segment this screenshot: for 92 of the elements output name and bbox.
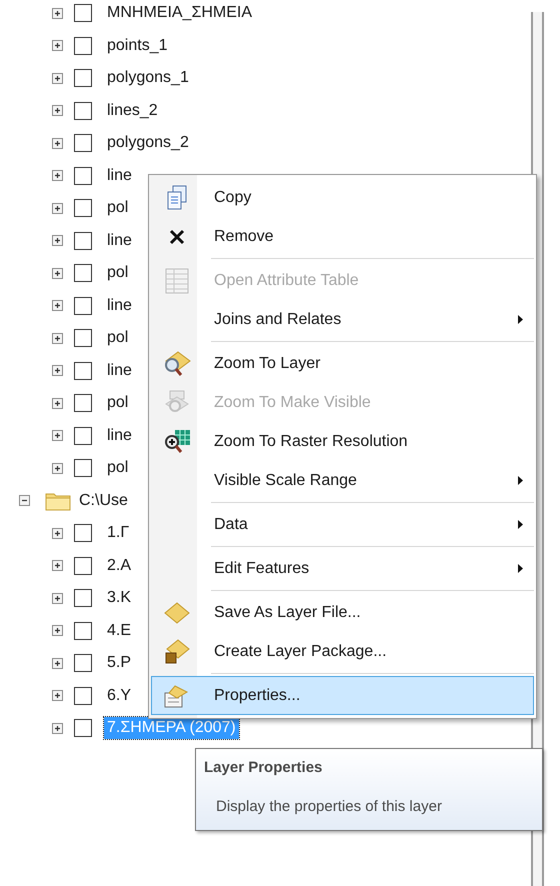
expand-button[interactable] bbox=[52, 398, 63, 409]
expand-button[interactable] bbox=[52, 332, 63, 344]
layer-name[interactable]: 6.Y bbox=[104, 684, 134, 707]
checkbox[interactable] bbox=[74, 134, 92, 152]
checkbox[interactable] bbox=[74, 232, 92, 250]
checkbox[interactable] bbox=[74, 296, 92, 315]
layer-name[interactable]: 4.E bbox=[104, 620, 134, 642]
layer-name[interactable]: 5.P bbox=[104, 652, 134, 674]
layer-name[interactable]: pol bbox=[104, 392, 132, 414]
checkbox[interactable] bbox=[74, 362, 92, 380]
table-icon bbox=[165, 268, 189, 294]
menu-item[interactable]: Remove bbox=[151, 217, 534, 256]
layer-name[interactable]: pol bbox=[104, 197, 132, 220]
checkbox[interactable] bbox=[74, 199, 92, 218]
layer-name[interactable]: polygons_2 bbox=[104, 132, 192, 154]
expand-button[interactable] bbox=[52, 268, 63, 279]
expand-button[interactable] bbox=[52, 462, 63, 474]
expand-button[interactable] bbox=[52, 625, 63, 636]
expand-button[interactable] bbox=[52, 560, 63, 572]
layer-name[interactable]: line bbox=[104, 294, 135, 317]
checkbox[interactable] bbox=[74, 524, 92, 542]
expand-button[interactable] bbox=[52, 72, 63, 84]
close-icon bbox=[169, 228, 185, 244]
checkbox[interactable] bbox=[74, 589, 92, 608]
menu-item[interactable]: Data bbox=[151, 505, 534, 544]
expand-button[interactable] bbox=[52, 592, 63, 604]
expand-button[interactable] bbox=[52, 300, 63, 312]
expand-button[interactable] bbox=[52, 170, 63, 182]
layer-name[interactable]: lines_2 bbox=[104, 100, 161, 122]
checkbox[interactable] bbox=[74, 719, 92, 738]
layer-name[interactable]: line bbox=[104, 424, 135, 447]
layer-name[interactable]: 2.A bbox=[104, 554, 134, 577]
layer-name[interactable]: line bbox=[104, 360, 135, 382]
folder-icon bbox=[45, 490, 71, 511]
checkbox[interactable] bbox=[74, 264, 92, 282]
submenu-arrow-icon bbox=[518, 564, 523, 573]
layer-name[interactable]: points_1 bbox=[104, 34, 170, 57]
checkbox[interactable] bbox=[74, 394, 92, 412]
checkbox[interactable] bbox=[74, 654, 92, 672]
zoom-raster-icon bbox=[162, 428, 192, 456]
checkbox[interactable] bbox=[74, 459, 92, 478]
menu-item[interactable]: Save As Layer File... bbox=[151, 593, 534, 632]
menu-item[interactable]: Zoom To Raster Resolution bbox=[151, 422, 534, 461]
menu-item[interactable]: Edit Features bbox=[151, 549, 534, 588]
diamond-icon bbox=[163, 600, 191, 624]
expand-button[interactable] bbox=[52, 690, 63, 702]
checkbox[interactable] bbox=[74, 102, 92, 120]
checkbox[interactable] bbox=[74, 69, 92, 88]
checkbox[interactable] bbox=[74, 329, 92, 348]
expand-button[interactable] bbox=[52, 202, 63, 214]
expand-button[interactable] bbox=[52, 528, 63, 539]
expand-button[interactable] bbox=[52, 722, 63, 734]
expand-button[interactable] bbox=[52, 8, 63, 19]
menu-item[interactable]: Create Layer Package... bbox=[151, 632, 534, 671]
checkbox[interactable] bbox=[74, 36, 92, 55]
layer-name[interactable]: 3.K bbox=[104, 587, 134, 610]
layer-name[interactable]: pol bbox=[104, 327, 132, 350]
expand-button[interactable] bbox=[52, 658, 63, 669]
zoom-layer-icon bbox=[162, 350, 192, 378]
menu-item[interactable]: Joins and Relates bbox=[151, 300, 534, 339]
checkbox[interactable] bbox=[74, 426, 92, 445]
menu-item[interactable]: Copy bbox=[151, 178, 534, 217]
menu-item[interactable]: Zoom To Layer bbox=[151, 344, 534, 383]
expand-button[interactable] bbox=[52, 430, 63, 442]
tooltip-description: Display the properties of this layer bbox=[215, 796, 443, 816]
expand-button[interactable] bbox=[52, 138, 63, 149]
checkbox[interactable] bbox=[74, 4, 92, 22]
checkbox[interactable] bbox=[74, 622, 92, 640]
package-icon bbox=[163, 638, 191, 666]
copy-icon bbox=[166, 184, 188, 210]
layer-name[interactable]: ΜΝΗΜΕΙΑ_ΣΗΜΕΙΑ bbox=[104, 2, 256, 24]
collapse-button[interactable] bbox=[19, 495, 30, 506]
menu-item[interactable]: Visible Scale Range bbox=[151, 461, 534, 500]
checkbox[interactable] bbox=[74, 686, 92, 705]
layer-name[interactable]: polygons_1 bbox=[104, 67, 192, 90]
checkbox[interactable] bbox=[74, 556, 92, 575]
submenu-arrow-icon bbox=[518, 520, 523, 529]
expand-button[interactable] bbox=[52, 235, 63, 246]
checkbox[interactable] bbox=[74, 166, 92, 185]
layer-name[interactable]: line bbox=[104, 230, 135, 252]
folder-name[interactable]: C:\Use bbox=[79, 488, 128, 513]
layer-name[interactable]: line bbox=[104, 164, 135, 187]
submenu-arrow-icon bbox=[518, 476, 523, 485]
menu-item[interactable]: Properties... bbox=[151, 676, 534, 715]
submenu-arrow-icon bbox=[518, 315, 523, 324]
layer-name[interactable]: 1.Γ bbox=[104, 522, 132, 544]
layer-name[interactable]: pol bbox=[104, 457, 132, 480]
layer-name[interactable]: pol bbox=[104, 262, 132, 284]
expand-button[interactable] bbox=[52, 105, 63, 116]
tooltip-title: Layer Properties bbox=[204, 758, 324, 778]
expand-button[interactable] bbox=[52, 365, 63, 376]
expand-button[interactable] bbox=[52, 40, 63, 52]
